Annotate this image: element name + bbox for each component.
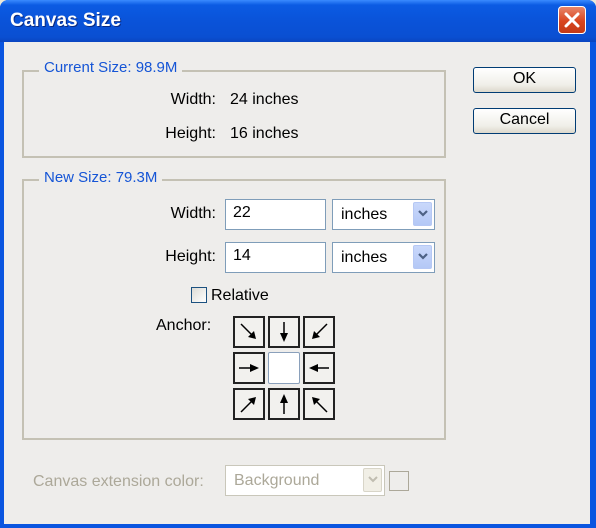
chevron-down-icon[interactable]	[413, 202, 432, 226]
anchor-bottom-center[interactable]	[268, 388, 300, 420]
extension-color-select[interactable]: Background	[225, 465, 385, 496]
arrow-up-icon	[280, 394, 288, 414]
current-width-value: 24 inches	[230, 91, 299, 108]
dialog-body: Current Size: 98.9M Width: 24 inches Hei…	[4, 42, 590, 524]
current-height-label: Height:	[165, 125, 216, 142]
chevron-down-icon[interactable]	[363, 468, 382, 492]
anchor-middle-left[interactable]	[233, 352, 265, 384]
close-button[interactable]	[558, 6, 586, 34]
arrow-down-right-icon	[240, 323, 256, 339]
new-width-label: Width:	[170, 205, 216, 222]
arrow-up-right-icon	[240, 397, 256, 413]
anchor-top-left[interactable]	[233, 316, 265, 348]
height-unit-value: inches	[341, 249, 388, 266]
chevron-down-icon[interactable]	[413, 245, 432, 269]
current-height-value: 16 inches	[230, 125, 299, 142]
anchor-middle-right[interactable]	[303, 352, 335, 384]
extension-color-swatch[interactable]	[389, 471, 409, 491]
relative-checkbox[interactable]	[191, 287, 207, 303]
arrow-right-icon	[239, 364, 259, 372]
current-size-legend: Current Size: 98.9M	[39, 59, 183, 76]
anchor-grid	[233, 316, 337, 424]
anchor-top-center[interactable]	[268, 316, 300, 348]
relative-label[interactable]: Relative	[211, 287, 269, 305]
width-unit-value: inches	[341, 206, 388, 223]
ok-button[interactable]: OK	[473, 67, 576, 93]
width-unit-select[interactable]: inches	[332, 199, 435, 230]
title-bar[interactable]: Canvas Size	[0, 0, 596, 42]
anchor-top-right[interactable]	[303, 316, 335, 348]
current-width-label: Width:	[170, 91, 216, 108]
anchor-bottom-left[interactable]	[233, 388, 265, 420]
anchor-label: Anchor:	[156, 317, 212, 334]
arrow-down-icon	[280, 322, 288, 342]
height-unit-select[interactable]: inches	[332, 242, 435, 273]
cancel-button[interactable]: Cancel	[473, 108, 576, 134]
close-x-icon	[564, 12, 580, 28]
arrow-down-left-icon	[312, 323, 328, 339]
new-width-input[interactable]: 22	[225, 199, 326, 230]
new-height-input[interactable]: 14	[225, 242, 326, 273]
dialog-title: Canvas Size	[10, 10, 121, 31]
current-size-group	[22, 70, 446, 158]
arrow-up-left-icon	[312, 397, 328, 413]
new-height-label: Height:	[165, 248, 216, 265]
extension-color-value: Background	[234, 472, 320, 489]
canvas-size-dialog: Canvas Size Current Size: 98.9M Width: 2…	[0, 0, 596, 528]
arrow-left-icon	[309, 364, 329, 372]
new-size-legend: New Size: 79.3M	[39, 169, 163, 186]
anchor-bottom-right[interactable]	[303, 388, 335, 420]
extension-color-label: Canvas extension color:	[33, 473, 204, 490]
anchor-center-selected[interactable]	[268, 352, 300, 384]
